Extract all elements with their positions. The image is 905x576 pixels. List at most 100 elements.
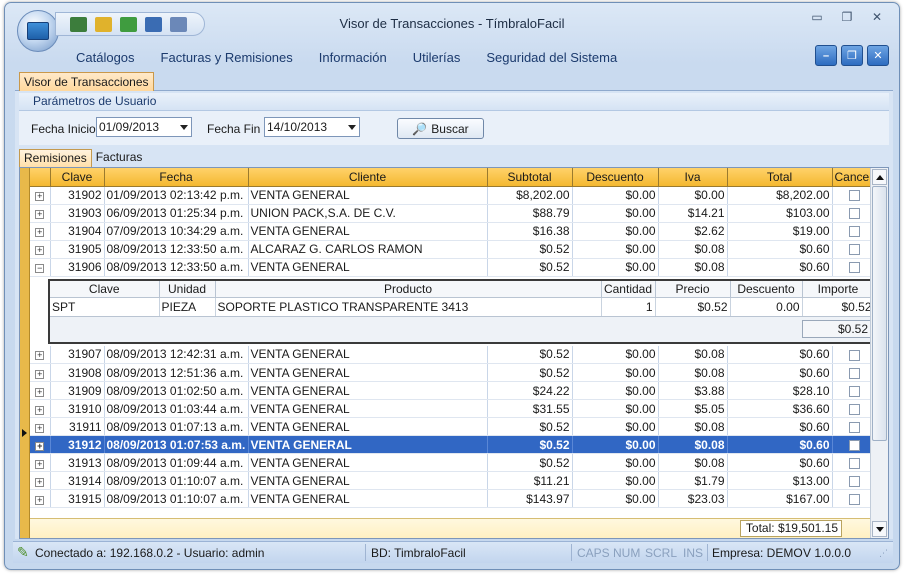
mdi-restore-icon[interactable]: ❐: [841, 45, 863, 66]
cancela-checkbox[interactable]: [848, 421, 860, 433]
resize-grip-icon[interactable]: ⋰: [879, 548, 888, 559]
table-row[interactable]: +31915 08/09/2013 01:10:07 a.m. VENTA GENE…: [30, 489, 877, 508]
detail-col-descuento[interactable]: Descuento: [730, 280, 803, 298]
plus-icon[interactable]: +: [35, 495, 45, 505]
cancela-checkbox[interactable]: [848, 439, 860, 451]
cancela-checkbox[interactable]: [848, 385, 860, 397]
cancela-checkbox[interactable]: [848, 262, 860, 274]
cancela-checkbox[interactable]: [848, 208, 860, 220]
scroll-thumb[interactable]: [872, 186, 887, 441]
table-row[interactable]: +31907 08/09/2013 12:42:31 a.m. VENTA GENE…: [30, 345, 877, 364]
menu-utilerias[interactable]: Utilerías: [413, 50, 461, 65]
col-header-cliente[interactable]: Cliente: [248, 168, 488, 187]
detail-col-unidad[interactable]: Unidad: [159, 280, 216, 298]
col-header-clave[interactable]: Clave: [50, 168, 105, 187]
chevron-down-icon[interactable]: [180, 125, 188, 130]
col-header-total[interactable]: Total: [727, 168, 833, 187]
detail-col-producto[interactable]: Producto: [215, 280, 602, 298]
menu-seguridad[interactable]: Seguridad del Sistema: [486, 50, 617, 65]
menu-facturas-remisiones[interactable]: Facturas y Remisiones: [161, 50, 293, 65]
cell-fecha: 07/09/2013 10:34:29 a.m.: [104, 222, 249, 241]
expand-toggle[interactable]: +: [30, 471, 51, 490]
expand-toggle[interactable]: +: [30, 453, 51, 472]
table-row[interactable]: +31909 08/09/2013 01:02:50 a.m. VENTA GENE…: [30, 381, 877, 400]
col-header-iva[interactable]: Iva: [658, 168, 728, 187]
mdi-close-icon[interactable]: ✕: [867, 45, 889, 66]
minimize-icon[interactable]: ▭: [803, 9, 831, 27]
table-row[interactable]: +31914 08/09/2013 01:10:07 a.m. VENTA GENE…: [30, 471, 877, 490]
table-row[interactable]: −31906 08/09/2013 12:33:50 a.m. VENTA GENE…: [30, 258, 877, 277]
table-row[interactable]: +31911 08/09/2013 01:07:13 a.m. VENTA GENE…: [30, 417, 877, 436]
chevron-down-icon[interactable]: [348, 125, 356, 130]
vertical-scrollbar[interactable]: [870, 168, 888, 538]
detail-col-clave[interactable]: Clave: [50, 280, 160, 298]
cancela-checkbox[interactable]: [848, 244, 860, 256]
tab-facturas[interactable]: Facturas: [92, 149, 147, 167]
table-row[interactable]: +31904 07/09/2013 10:34:29 a.m. VENTA GENE…: [30, 222, 877, 241]
cell-descuento: $0.00: [572, 222, 659, 241]
plus-icon[interactable]: +: [35, 459, 45, 469]
detail-col-importe[interactable]: Importe: [802, 280, 875, 298]
scroll-down-button[interactable]: [872, 521, 887, 537]
cancela-checkbox[interactable]: [848, 403, 860, 415]
plus-icon[interactable]: +: [35, 423, 45, 433]
menu-informacion[interactable]: Información: [319, 50, 387, 65]
table-row[interactable]: +31913 08/09/2013 01:09:44 a.m. VENTA GENE…: [30, 453, 877, 472]
expand-toggle[interactable]: +: [30, 204, 51, 223]
plus-icon[interactable]: +: [35, 351, 45, 361]
plus-icon[interactable]: +: [35, 387, 45, 397]
buscar-button[interactable]: 🔎 Buscar: [397, 118, 484, 139]
plus-icon[interactable]: +: [35, 441, 45, 451]
expand-toggle[interactable]: +: [30, 399, 51, 418]
expand-toggle[interactable]: +: [30, 345, 51, 364]
expand-toggle[interactable]: +: [30, 222, 51, 241]
plus-icon[interactable]: +: [35, 369, 45, 379]
scroll-up-button[interactable]: [872, 169, 887, 185]
plus-icon[interactable]: +: [35, 210, 45, 219]
expand-toggle[interactable]: +: [30, 435, 51, 454]
cancela-checkbox[interactable]: [848, 190, 860, 202]
table-row[interactable]: +31908 08/09/2013 12:51:36 a.m. VENTA GENE…: [30, 363, 877, 382]
fecha-fin-picker[interactable]: 14/10/2013: [264, 117, 360, 137]
cancela-checkbox[interactable]: [848, 349, 860, 361]
cancela-checkbox[interactable]: [848, 475, 860, 487]
cancela-checkbox[interactable]: [848, 493, 860, 505]
plus-icon[interactable]: +: [35, 228, 45, 237]
expand-toggle[interactable]: +: [30, 489, 51, 508]
expand-toggle[interactable]: +: [30, 186, 51, 205]
detail-cell-clave: SPT: [50, 297, 160, 316]
table-row[interactable]: +31910 08/09/2013 01:03:44 a.m. VENTA GENE…: [30, 399, 877, 418]
tab-visor-transacciones[interactable]: Visor de Transacciones: [19, 72, 154, 92]
expand-toggle[interactable]: +: [30, 363, 51, 382]
expand-toggle[interactable]: +: [30, 417, 51, 436]
table-row[interactable]: +31903 06/09/2013 01:25:34 p.m. UNION PACK…: [30, 204, 877, 223]
minus-icon[interactable]: −: [35, 264, 45, 273]
table-row[interactable]: +31905 08/09/2013 12:33:50 a.m. ALCARAZ G.…: [30, 240, 877, 259]
col-header-fecha[interactable]: Fecha: [104, 168, 249, 187]
plus-icon[interactable]: +: [35, 405, 45, 415]
collapse-toggle[interactable]: −: [30, 258, 51, 277]
table-row[interactable]: +31902 01/09/2013 02:13:42 p.m. VENTA GENE…: [30, 186, 877, 205]
cell-total: $0.60: [727, 240, 833, 259]
close-icon[interactable]: ✕: [863, 9, 891, 27]
cancela-checkbox[interactable]: [848, 226, 860, 238]
expand-toggle[interactable]: +: [30, 381, 51, 400]
detail-row[interactable]: SPT PIEZA SOPORTE PLASTICO TRANSPARENTE 34…: [50, 297, 875, 316]
plus-icon[interactable]: +: [35, 192, 45, 201]
col-header-subtotal[interactable]: Subtotal: [487, 168, 573, 187]
tab-remisiones[interactable]: Remisiones: [19, 149, 92, 167]
restore-icon[interactable]: ❐: [833, 9, 861, 27]
cancela-checkbox[interactable]: [848, 367, 860, 379]
plus-icon[interactable]: +: [35, 477, 45, 487]
detail-col-cantidad[interactable]: Cantidad: [601, 280, 656, 298]
col-header-descuento[interactable]: Descuento: [572, 168, 659, 187]
expand-toggle[interactable]: +: [30, 240, 51, 259]
table-row[interactable]: +31912 08/09/2013 01:07:53 a.m. VENTA GENE…: [30, 435, 877, 454]
cell-total: $13.00: [727, 471, 833, 490]
plus-icon[interactable]: +: [35, 246, 45, 255]
menu-catalogos[interactable]: Catálogos: [76, 50, 135, 65]
mdi-minimize-icon[interactable]: –: [815, 45, 837, 66]
fecha-inicio-picker[interactable]: 01/09/2013: [96, 117, 192, 137]
detail-col-precio[interactable]: Precio: [655, 280, 731, 298]
cancela-checkbox[interactable]: [848, 457, 860, 469]
